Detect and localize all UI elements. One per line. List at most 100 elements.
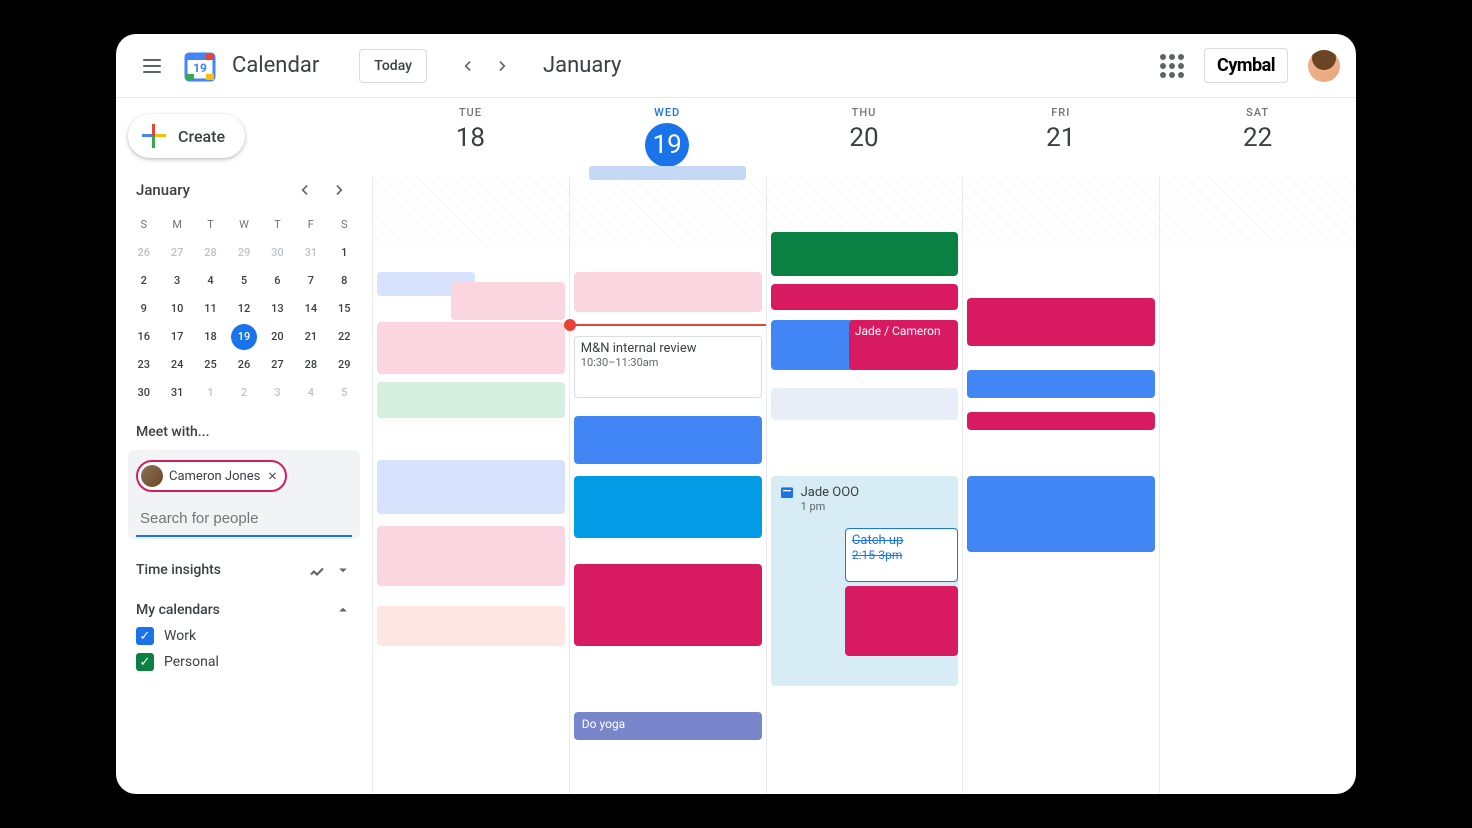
mini-cal-day[interactable]: 14 [295, 296, 326, 322]
create-button[interactable]: Create [128, 114, 245, 158]
mini-cal-day[interactable]: 1 [195, 380, 226, 406]
mini-cal-day[interactable]: 18 [195, 324, 226, 350]
main-menu-button[interactable] [132, 46, 172, 86]
calendar-event[interactable] [377, 460, 565, 514]
day-headers: TUE18WED19THU20FRI21SAT22 [372, 98, 1356, 176]
day-column-wed[interactable]: M&N internal review 10:30–11:30am Do yog… [569, 176, 766, 794]
mini-cal-day[interactable]: 15 [329, 296, 360, 322]
calendar-event[interactable] [771, 284, 959, 310]
mini-cal-day[interactable]: 5 [228, 268, 259, 294]
mini-cal-day[interactable]: 27 [161, 240, 192, 266]
calendar-event[interactable] [845, 586, 958, 656]
my-calendars-row[interactable]: My calendars [128, 597, 360, 623]
calendar-event[interactable] [451, 282, 564, 320]
time-grid[interactable]: M&N internal review 10:30–11:30am Do yog… [372, 176, 1356, 794]
mini-cal-day[interactable]: 16 [128, 324, 159, 350]
mini-cal-day[interactable]: 4 [295, 380, 326, 406]
mini-cal-day[interactable]: 31 [161, 380, 192, 406]
day-header[interactable]: WED19 [569, 98, 766, 176]
mini-cal-day[interactable]: 19 [231, 324, 257, 350]
day-header[interactable]: THU20 [766, 98, 963, 176]
chip-remove-button[interactable]: × [268, 468, 277, 484]
mini-cal-day[interactable]: 21 [295, 324, 326, 350]
mini-cal-day[interactable]: 22 [329, 324, 360, 350]
calendar-event[interactable] [967, 412, 1155, 430]
mini-cal-day[interactable]: 3 [262, 380, 293, 406]
mini-cal-day[interactable]: 29 [228, 240, 259, 266]
mini-cal-day[interactable]: 23 [128, 352, 159, 378]
calendar-event-catchup[interactable]: Catch up 2:15-3pm [845, 528, 958, 582]
mini-cal-day[interactable]: 29 [329, 352, 360, 378]
day-column-fri[interactable] [962, 176, 1159, 794]
calendar-event[interactable] [574, 564, 762, 646]
mini-cal-day[interactable]: 27 [262, 352, 293, 378]
people-search-input[interactable] [136, 502, 352, 537]
person-chip[interactable]: Cameron Jones × [136, 460, 287, 492]
google-apps-button[interactable] [1160, 54, 1184, 78]
mini-cal-day[interactable]: 26 [228, 352, 259, 378]
calendar-event[interactable] [377, 322, 565, 374]
time-insights-row[interactable]: Time insights [128, 557, 360, 583]
mini-cal-day[interactable]: 5 [329, 380, 360, 406]
user-avatar[interactable] [1308, 50, 1340, 82]
calendar-event[interactable] [967, 370, 1155, 398]
calendar-event[interactable] [771, 388, 959, 420]
mini-cal-day[interactable]: 25 [195, 352, 226, 378]
mini-cal-day[interactable]: 4 [195, 268, 226, 294]
mini-cal-day[interactable]: 6 [262, 268, 293, 294]
calendar-event[interactable] [574, 476, 762, 538]
calendar-event[interactable] [377, 382, 565, 418]
mini-cal-day[interactable]: 3 [161, 268, 192, 294]
mini-cal-day[interactable]: 26 [128, 240, 159, 266]
mini-cal-day[interactable]: 28 [295, 352, 326, 378]
mini-cal-dow: F [295, 212, 326, 238]
checkbox-icon[interactable]: ✓ [136, 627, 154, 645]
calendar-event-jade-cameron[interactable]: Jade / Cameron [849, 320, 959, 370]
mini-cal-day[interactable]: 8 [329, 268, 360, 294]
dow-label: FRI [962, 106, 1159, 119]
day-column-tue[interactable] [372, 176, 569, 794]
calendar-event-review[interactable]: M&N internal review 10:30–11:30am [574, 336, 762, 398]
mini-prev-button[interactable] [292, 178, 316, 202]
mini-next-button[interactable] [328, 178, 352, 202]
mini-cal-day[interactable]: 7 [295, 268, 326, 294]
calendar-event[interactable] [574, 416, 762, 464]
checkbox-icon[interactable]: ✓ [136, 653, 154, 671]
mini-cal-day[interactable]: 2 [128, 268, 159, 294]
calendar-event[interactable] [967, 476, 1155, 552]
day-header[interactable]: FRI21 [962, 98, 1159, 176]
mini-cal-day[interactable]: 20 [262, 324, 293, 350]
mini-cal-day[interactable]: 12 [228, 296, 259, 322]
calendar-item-work[interactable]: ✓ Work [128, 623, 360, 649]
mini-cal-day[interactable]: 10 [161, 296, 192, 322]
mini-cal-day[interactable]: 31 [295, 240, 326, 266]
next-period-button[interactable] [487, 50, 519, 82]
calendar-name: Work [164, 628, 196, 644]
calendar-event[interactable] [967, 298, 1155, 346]
calendar-event[interactable] [771, 232, 959, 276]
mini-cal-day[interactable]: 30 [128, 380, 159, 406]
day-header[interactable]: SAT22 [1159, 98, 1356, 176]
day-column-sat[interactable] [1159, 176, 1356, 794]
mini-cal-day[interactable]: 28 [195, 240, 226, 266]
day-header[interactable]: TUE18 [372, 98, 569, 176]
allday-event[interactable] [589, 166, 746, 180]
calendar-event[interactable] [574, 272, 762, 312]
mini-cal-day[interactable]: 11 [195, 296, 226, 322]
mini-cal-day[interactable]: 24 [161, 352, 192, 378]
mini-cal-day[interactable]: 1 [329, 240, 360, 266]
calendar-item-personal[interactable]: ✓ Personal [128, 649, 360, 675]
calendar-event-yoga[interactable]: Do yoga [574, 712, 762, 740]
mini-cal-day[interactable]: 9 [128, 296, 159, 322]
mini-cal-day[interactable]: 2 [228, 380, 259, 406]
day-column-thu[interactable]: Jade / Cameron Jade OOO 1 pm Catch up [766, 176, 963, 794]
mini-calendar[interactable]: SMTWTFS262728293031123456789101112131415… [128, 212, 360, 406]
mini-cal-day[interactable]: 13 [262, 296, 293, 322]
today-button[interactable]: Today [359, 49, 427, 83]
mini-cal-day[interactable]: 17 [161, 324, 192, 350]
mini-cal-day[interactable]: 30 [262, 240, 293, 266]
period-nav [451, 50, 519, 82]
prev-period-button[interactable] [451, 50, 483, 82]
calendar-event[interactable] [377, 606, 565, 646]
calendar-event[interactable] [377, 526, 565, 586]
